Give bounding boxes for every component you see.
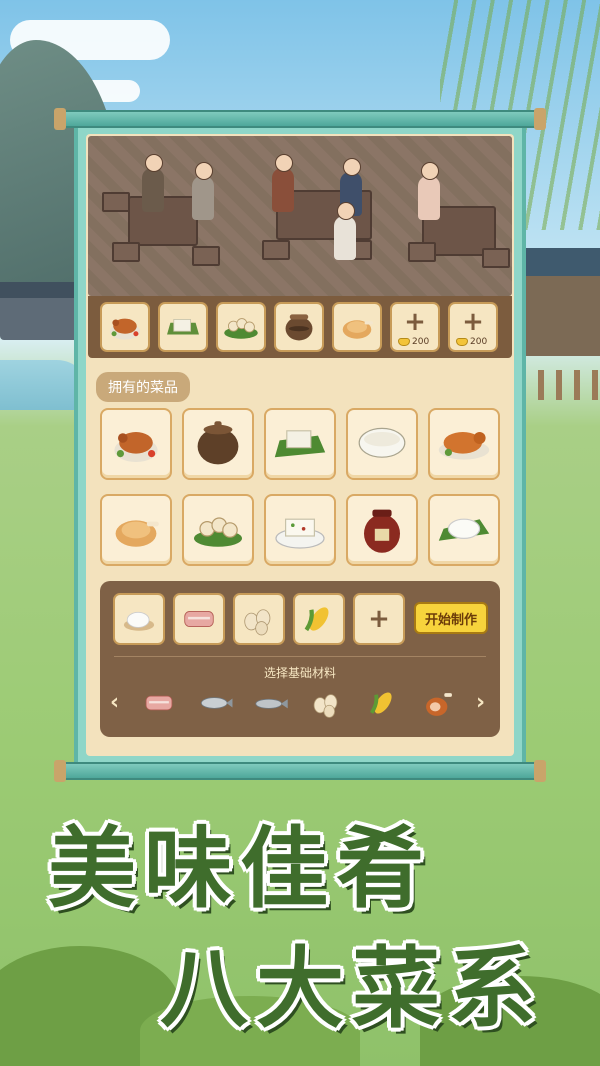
porridge-bowl-icon: [352, 414, 412, 474]
roast-chicken-icon: [106, 500, 166, 560]
owned-dish-card[interactable]: [264, 408, 336, 480]
select-materials-label: 选择基础材料: [263, 666, 336, 680]
tofu-plate-icon: [270, 500, 330, 560]
owned-dish-card[interactable]: [264, 494, 336, 566]
owned-dishes-tab[interactable]: 拥有的菜品: [96, 372, 190, 402]
gold-ingot-icon: [456, 338, 468, 346]
diner: [142, 154, 164, 212]
stool: [262, 240, 290, 260]
scroll-rod-top: [54, 108, 546, 130]
tofu-leaf-icon: [270, 414, 330, 474]
corn-icon: [298, 598, 340, 640]
chevron-right-icon[interactable]: ›: [476, 690, 485, 715]
roast-duck-icon: [104, 306, 146, 348]
divider: [114, 656, 486, 657]
material-item[interactable]: [248, 684, 294, 722]
owned-dish-card[interactable]: [428, 494, 500, 566]
material-item[interactable]: [304, 684, 350, 722]
start-cooking-button[interactable]: 开始制作: [414, 602, 488, 634]
roast-pig-icon: [434, 414, 494, 474]
owned-dish-card[interactable]: [346, 408, 418, 480]
plus-icon: +: [404, 307, 426, 337]
house: [512, 248, 600, 356]
scroll-rod-bottom: [54, 760, 546, 782]
flour-icon: [118, 598, 160, 640]
restaurant-scene: [88, 136, 512, 296]
dumplings-icon: [220, 306, 262, 348]
fence: [520, 370, 600, 400]
owned-dish-card[interactable]: [182, 408, 254, 480]
rice-ball-icon: [434, 500, 494, 560]
waitress: [418, 162, 440, 220]
fish-2-icon: [252, 684, 290, 722]
unlock-cost: 200: [456, 337, 487, 347]
add-ingredient-button[interactable]: +: [353, 593, 405, 645]
material-item[interactable]: [416, 684, 462, 722]
chevron-left-icon[interactable]: ‹: [110, 690, 119, 715]
ingredient-slot[interactable]: [173, 593, 225, 645]
gold-ingot-icon: [398, 338, 410, 346]
owned-dish-card[interactable]: [100, 408, 172, 480]
pork-icon: [140, 684, 178, 722]
corn-icon: [364, 684, 402, 722]
roast-chicken-icon: [336, 306, 378, 348]
cost-value: 200: [470, 337, 488, 347]
stew-pot-icon: [188, 414, 248, 474]
owned-dish-card[interactable]: [346, 494, 418, 566]
menu-dish-slot[interactable]: [158, 302, 208, 352]
owned-dish-card[interactable]: [182, 494, 254, 566]
ingredient-slot[interactable]: [233, 593, 285, 645]
stool: [408, 242, 436, 262]
diner: [272, 154, 294, 212]
wine-jar-icon: [352, 500, 412, 560]
ham-icon: [420, 684, 458, 722]
material-item[interactable]: [136, 684, 182, 722]
ingredient-slot[interactable]: [293, 593, 345, 645]
menu-dish-slot[interactable]: [100, 302, 150, 352]
stool: [112, 242, 140, 262]
diner: [334, 202, 356, 260]
menu-dish-slot[interactable]: [274, 302, 324, 352]
stool: [192, 246, 220, 266]
unlock-slot[interactable]: + 200: [448, 302, 498, 352]
material-item[interactable]: [192, 684, 238, 722]
menu-dish-slot[interactable]: [332, 302, 382, 352]
fish-icon: [196, 684, 234, 722]
tofu-icon: [162, 306, 204, 348]
roast-duck-icon: [106, 414, 166, 474]
material-item[interactable]: [360, 684, 406, 722]
plus-icon: +: [462, 307, 484, 337]
owned-dish-card[interactable]: [428, 408, 500, 480]
eggs-icon: [238, 598, 280, 640]
unlock-slot[interactable]: + 200: [390, 302, 440, 352]
ingredient-slot[interactable]: [113, 593, 165, 645]
stool: [482, 248, 510, 268]
menu-dish-slot[interactable]: [216, 302, 266, 352]
eggs-icon: [308, 684, 346, 722]
headline-line-2: 八大菜系: [160, 937, 545, 1040]
diner: [192, 162, 214, 220]
dumplings-icon: [188, 500, 248, 560]
headline-line-1: 美味佳肴: [48, 817, 433, 920]
clay-pot-icon: [278, 306, 320, 348]
pork-icon: [178, 598, 220, 640]
owned-dish-card[interactable]: [100, 494, 172, 566]
stool: [102, 192, 130, 212]
cost-value: 200: [412, 337, 430, 347]
unlock-cost: 200: [398, 337, 429, 347]
